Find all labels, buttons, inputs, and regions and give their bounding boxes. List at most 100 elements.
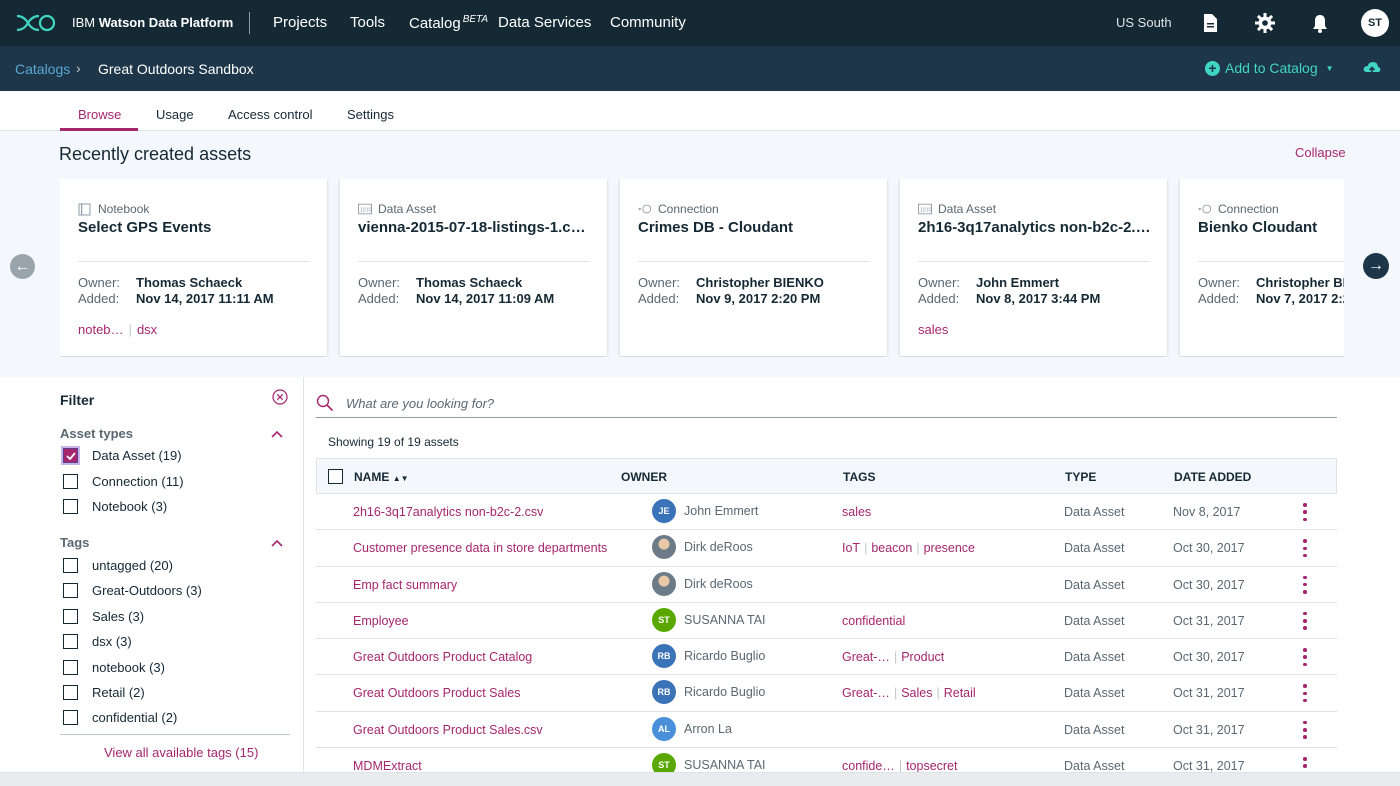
collapse-link[interactable]: Collapse bbox=[1295, 145, 1346, 160]
overflow-menu-icon[interactable] bbox=[1303, 503, 1307, 521]
user-avatar[interactable]: ST bbox=[1361, 9, 1389, 37]
filter-checkbox[interactable] bbox=[63, 685, 78, 700]
filter-checkbox[interactable] bbox=[63, 659, 78, 675]
nav-tools[interactable]: Tools bbox=[350, 14, 385, 31]
overflow-menu-icon[interactable] bbox=[1303, 539, 1307, 558]
tag-link[interactable]: Great-… bbox=[842, 650, 890, 664]
table-row[interactable]: 2h16-3q17analytics non-b2c-2.csv JE John E… bbox=[316, 494, 1337, 531]
tag-filter[interactable]: Retail (2) bbox=[63, 685, 145, 700]
document-icon[interactable] bbox=[1199, 12, 1221, 34]
asset-type-filter[interactable]: Data Asset (19) bbox=[63, 448, 182, 463]
tag-filter[interactable]: Great-Outdoors (3) bbox=[63, 583, 202, 599]
tab-access-control[interactable]: Access control bbox=[228, 107, 313, 122]
asset-name-link[interactable]: Great Outdoors Product Catalog bbox=[353, 650, 532, 664]
view-all-tags-link[interactable]: View all available tags (15) bbox=[104, 745, 258, 760]
recent-asset-card[interactable]: Notebook Select GPS Events Owner: Thomas Sc… bbox=[60, 179, 327, 356]
region-selector[interactable]: US South bbox=[1116, 15, 1172, 30]
nav-data-services[interactable]: Data Services bbox=[498, 14, 591, 31]
carousel-next-arrow-icon[interactable]: → bbox=[1363, 253, 1389, 279]
overflow-menu-icon[interactable] bbox=[1303, 720, 1307, 739]
tag-filter[interactable]: dsx (3) bbox=[63, 634, 132, 650]
overflow-menu-icon[interactable] bbox=[1303, 575, 1307, 594]
table-row[interactable]: Emp fact summary Dirk deRoos Data Asset Oct… bbox=[316, 567, 1337, 603]
filter-checkbox[interactable] bbox=[63, 499, 78, 514]
tab-settings[interactable]: Settings bbox=[347, 107, 394, 122]
tag-filter[interactable]: notebook (3) bbox=[63, 659, 165, 675]
recent-asset-card[interactable]: Connection Crimes DB - Cloudant Owner: Chri… bbox=[620, 179, 887, 356]
nav-projects[interactable]: Projects bbox=[273, 14, 327, 31]
tag-link[interactable]: presence bbox=[924, 541, 975, 555]
clear-filter-icon[interactable] bbox=[272, 389, 288, 405]
table-row[interactable]: Great Outdoors Product Sales.csv AL Arron … bbox=[316, 712, 1337, 749]
tag-link[interactable]: confidential bbox=[842, 614, 905, 628]
overflow-menu-icon[interactable] bbox=[1303, 648, 1307, 667]
carousel-prev-arrow-icon[interactable]: ← bbox=[10, 254, 35, 279]
filter-checkbox[interactable] bbox=[63, 558, 78, 573]
asset-name-link[interactable]: MDMExtract bbox=[353, 759, 422, 773]
tag-link[interactable]: confide… bbox=[842, 759, 895, 773]
tag-link[interactable]: Retail bbox=[944, 686, 976, 700]
tag-filter[interactable]: Sales (3) bbox=[63, 608, 144, 624]
brand-name[interactable]: IBM Watson Data Platform bbox=[72, 15, 233, 30]
column-owner[interactable]: OWNER bbox=[621, 470, 667, 484]
filter-checkbox[interactable] bbox=[63, 634, 78, 650]
tag-link[interactable]: Sales bbox=[901, 686, 932, 700]
column-type[interactable]: TYPE bbox=[1065, 470, 1096, 484]
asset-name-link[interactable]: Great Outdoors Product Sales bbox=[353, 686, 520, 700]
breadcrumb-catalogs-link[interactable]: Catalogs bbox=[15, 61, 70, 77]
filter-checkbox[interactable] bbox=[63, 473, 78, 489]
asset-type-filter[interactable]: Notebook (3) bbox=[63, 499, 167, 514]
tag-link[interactable]: dsx bbox=[137, 322, 157, 337]
watson-logo-icon[interactable] bbox=[14, 12, 58, 34]
asset-name-link[interactable]: vienna-2015-07-18-listings-1.csv_… bbox=[358, 219, 592, 236]
asset-name-link[interactable]: Bienko Cloudant bbox=[1198, 219, 1344, 236]
asset-type-filter[interactable]: Connection (11) bbox=[63, 473, 184, 489]
filter-checkbox[interactable] bbox=[63, 583, 78, 599]
tab-browse[interactable]: Browse bbox=[78, 107, 121, 122]
table-row[interactable]: Customer presence data in store departme… bbox=[316, 530, 1337, 567]
filter-checkbox[interactable] bbox=[63, 448, 78, 463]
chevron-up-icon[interactable] bbox=[271, 539, 283, 547]
tag-filter[interactable]: confidential (2) bbox=[63, 710, 177, 726]
table-row[interactable]: Employee ST SUSANNA TAI confidential Data As… bbox=[316, 603, 1337, 640]
search-input[interactable] bbox=[346, 393, 1246, 413]
chevron-up-icon[interactable] bbox=[271, 430, 283, 438]
tag-link[interactable]: IoT bbox=[842, 541, 860, 555]
select-all-checkbox[interactable] bbox=[328, 469, 343, 484]
asset-name-link[interactable]: 2h16-3q17analytics non-b2c-2.csv bbox=[353, 505, 543, 519]
recent-asset-card[interactable]: Connection Bienko Cloudant Owner: Christoph… bbox=[1180, 179, 1344, 356]
tag-link[interactable]: topsecret bbox=[906, 759, 957, 773]
column-date-added[interactable]: DATE ADDED bbox=[1174, 470, 1251, 484]
nav-catalog[interactable]: Catalog BETA bbox=[409, 14, 488, 32]
recent-asset-card[interactable]: 1010 Data Asset 2h16-3q17analytics non-b2c… bbox=[900, 179, 1167, 356]
tab-usage[interactable]: Usage bbox=[156, 107, 194, 122]
tag-link[interactable]: sales bbox=[918, 322, 948, 337]
filter-checkbox[interactable] bbox=[63, 710, 78, 726]
bell-icon[interactable] bbox=[1309, 12, 1331, 34]
overflow-menu-icon[interactable] bbox=[1303, 611, 1307, 630]
asset-name-link[interactable]: Great Outdoors Product Sales.csv bbox=[353, 723, 543, 737]
tag-link[interactable]: Great-… bbox=[842, 686, 890, 700]
tag-link[interactable]: sales bbox=[842, 505, 871, 519]
filter-checkbox[interactable] bbox=[63, 608, 78, 624]
tag-link[interactable]: beacon bbox=[871, 541, 912, 555]
nav-community[interactable]: Community bbox=[610, 14, 686, 31]
overflow-menu-icon[interactable] bbox=[1303, 684, 1307, 703]
tag-link[interactable]: noteb… bbox=[78, 322, 124, 337]
asset-name-link[interactable]: Crimes DB - Cloudant bbox=[638, 219, 872, 236]
asset-name-link[interactable]: Employee bbox=[353, 614, 409, 628]
column-name[interactable]: NAME ▲▼ bbox=[354, 470, 409, 484]
tag-link[interactable]: Product bbox=[901, 650, 944, 664]
horizontal-scrollbar[interactable] bbox=[0, 772, 1400, 786]
gear-icon[interactable] bbox=[1254, 12, 1276, 34]
recent-asset-card[interactable]: 1010 Data Asset vienna-2015-07-18-listings… bbox=[340, 179, 607, 356]
tag-filter[interactable]: untagged (20) bbox=[63, 558, 173, 573]
add-to-catalog-button[interactable]: + Add to Catalog ▼ bbox=[1205, 60, 1334, 76]
asset-name-link[interactable]: 2h16-3q17analytics non-b2c-2.csv bbox=[918, 219, 1152, 236]
cloud-upload-icon[interactable] bbox=[1363, 60, 1381, 76]
table-row[interactable]: Great Outdoors Product Sales RB Ricardo Bu… bbox=[316, 675, 1337, 712]
asset-name-link[interactable]: Select GPS Events bbox=[78, 219, 312, 236]
asset-name-link[interactable]: Customer presence data in store departme… bbox=[353, 541, 607, 555]
asset-name-link[interactable]: Emp fact summary bbox=[353, 578, 457, 592]
table-row[interactable]: Great Outdoors Product Catalog RB Ricardo … bbox=[316, 639, 1337, 676]
